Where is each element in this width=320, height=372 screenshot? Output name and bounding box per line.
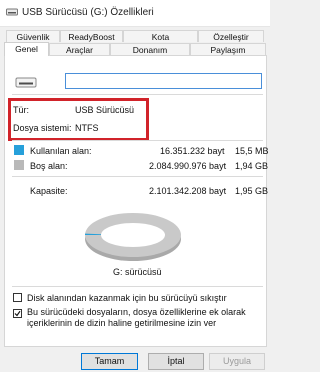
usb-drive-icon [6, 8, 18, 16]
free-space-label: Boş alan: [30, 161, 68, 171]
tab-kota[interactable]: Kota [123, 30, 198, 42]
window-title: USB Sürücüsü (G:) Özellikleri [22, 7, 154, 18]
compress-checkbox[interactable] [13, 293, 22, 302]
drive-icon [15, 77, 37, 88]
index-label: Bu sürücüdeki dosyaların, dosya özellikl… [27, 307, 246, 328]
index-checkbox[interactable] [13, 309, 22, 318]
tab-donanim[interactable]: Donanım [110, 43, 190, 55]
divider [12, 94, 263, 95]
divider [12, 176, 263, 177]
free-space-size: 1,94 GB [235, 161, 269, 171]
capacity-size: 1,95 GB [235, 186, 269, 196]
used-space-bytes: 16.351.232 bayt [160, 146, 225, 156]
capacity-bytes: 2.101.342.208 bayt [149, 186, 227, 196]
apply-button[interactable]: Uygula [209, 353, 265, 370]
tab-paylasim[interactable]: Paylaşım [190, 43, 266, 55]
cancel-button[interactable]: İptal [148, 353, 204, 370]
checkmark-icon [14, 310, 21, 317]
divider [12, 140, 263, 141]
drive-name-input[interactable] [65, 73, 262, 89]
title-bar: USB Sürücüsü (G:) Özellikleri [0, 0, 270, 27]
disk-usage-donut [85, 213, 181, 261]
tab-readyboost[interactable]: ReadyBoost [60, 30, 123, 42]
used-space-swatch [14, 145, 24, 155]
used-space-size: 15,5 MB [235, 146, 269, 156]
free-space-swatch [14, 160, 24, 170]
divider [12, 286, 263, 287]
free-space-bytes: 2.084.990.976 bayt [149, 161, 227, 171]
tab-guvenlik[interactable]: Güvenlik [6, 30, 60, 42]
drive-letter-label: G: sürücüsü [113, 267, 162, 277]
compress-label: Disk alanından kazanmak için bu sürücüyü… [27, 293, 227, 303]
capacity-label: Kapasite: [30, 186, 68, 196]
donut-hole [101, 223, 165, 247]
tab-araclar[interactable]: Araçlar [49, 43, 110, 55]
ok-button[interactable]: Tamam [81, 353, 138, 370]
highlight-box [8, 98, 149, 141]
tab-genel[interactable]: Genel [4, 42, 49, 56]
tab-ozellestir[interactable]: Özelleştir [198, 30, 264, 42]
used-space-label: Kullanılan alan: [30, 146, 92, 156]
